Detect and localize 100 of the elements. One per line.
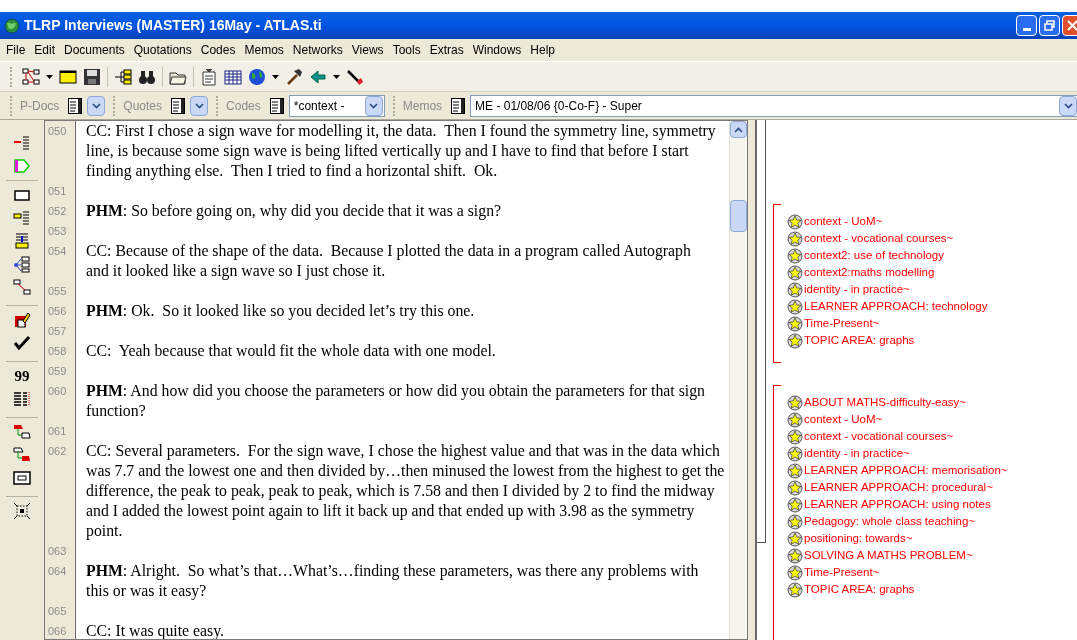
code-label[interactable]: LEARNER APPROACH: using notes [804,496,991,513]
code-label[interactable]: positioning: towards~ [804,530,913,547]
checkmark-icon[interactable] [13,334,31,352]
quotes-label: Quotes [123,97,163,115]
select-area-icon[interactable] [13,502,31,520]
code-label[interactable]: TOPIC AREA: graphs [804,581,915,598]
menu-item[interactable]: Codes [200,41,236,59]
code-label[interactable]: identity - in practice~ [804,281,910,298]
code-icon [787,564,803,581]
menu-item[interactable]: Quotations [133,41,192,59]
code-label[interactable]: LEARNER APPROACH: technology [804,298,988,315]
quote-count-icon[interactable]: 99 [14,367,30,385]
dropdown-button[interactable] [87,95,106,116]
globe-icon [4,17,20,34]
restore-icon [1044,20,1055,31]
save-icon[interactable] [83,67,101,86]
chevron-down-icon [194,102,204,109]
chevron-up-icon [734,126,743,133]
code-label[interactable]: TOPIC AREA: graphs [804,332,915,349]
list-button[interactable] [450,96,467,115]
menu-item[interactable]: File [6,41,26,59]
code-label[interactable]: Time-Present~ [804,564,880,581]
wand-icon[interactable] [346,67,364,86]
chevron-down-icon [1063,102,1073,109]
line-number: 063 [48,545,67,557]
code-label[interactable]: context - UoM~ [804,213,883,230]
list-button[interactable] [170,96,187,115]
globe-icon[interactable] [248,67,266,86]
memos-combobox[interactable]: ME - 01/08/06 {0-Co-F} - Super [470,94,1077,117]
code-icon [787,394,803,411]
code-icon [787,247,803,264]
scrollbar[interactable] [729,121,747,639]
menu-item[interactable]: Documents [64,41,125,59]
minimize-button[interactable] [1016,15,1037,36]
code-icon [787,513,803,530]
dropdown-button[interactable] [1059,95,1077,116]
menu-item[interactable]: Views [351,41,384,59]
line-number: 050 [48,125,67,137]
left-arrow-icon[interactable] [309,67,327,86]
code-icon [787,332,803,349]
menu-item[interactable]: Networks [292,41,343,59]
list-button[interactable] [67,96,84,115]
code-label[interactable]: context2: use of technology [804,247,944,264]
arrow-text-icon[interactable] [13,134,31,152]
menu-item[interactable]: Extras [429,41,464,59]
paragraph: CC: It was quite easy. [86,621,225,639]
code-label[interactable]: identity - in practice~ [804,445,910,462]
link-icon[interactable] [13,278,31,296]
code-label[interactable]: LEARNER APPROACH: procedural~ [804,479,993,496]
memos-label: Memos [402,97,443,115]
code-list-icon[interactable] [13,209,31,227]
restore-button[interactable] [1039,15,1060,36]
list-button[interactable] [268,96,285,115]
menu-item[interactable]: Edit [34,41,56,59]
network-icon[interactable] [22,67,40,86]
chevron-down-icon [91,102,101,109]
tree-icon[interactable] [114,67,132,86]
line-number: 057 [48,325,67,337]
line-number: 053 [48,225,67,237]
text-columns-icon[interactable] [13,390,31,408]
paragraph: PHM: Alright. So what’s that…What’s…finding these parameters, was there any problems with this or was it easy? [86,561,699,601]
dropdown-button[interactable] [190,95,209,116]
menu-item[interactable]: Windows [472,41,522,59]
tag-icon[interactable] [13,157,31,175]
close-button[interactable] [1062,15,1077,36]
chevron-down-icon [369,102,379,109]
edit-memo-icon[interactable] [13,311,31,329]
hierarchy-icon[interactable] [13,255,31,273]
code-icon [787,411,803,428]
code-icon [787,445,803,462]
document-list-icon [171,97,186,114]
scroll-up-button[interactable] [730,121,747,138]
menu-item[interactable]: Tools [392,41,421,59]
line-number: 054 [48,245,67,257]
code-label[interactable]: Time-Present~ [804,315,880,332]
window-icon[interactable] [59,67,77,86]
import-code-icon[interactable] [13,232,31,250]
code-label[interactable]: ABOUT MATHS-difficulty-easy~ [804,394,966,411]
codes-combobox[interactable]: *context - [288,94,385,117]
hammer-icon[interactable] [285,67,303,86]
link-code-icon[interactable] [13,423,31,441]
code-label[interactable]: context2:maths modelling [804,264,935,281]
code-label[interactable]: context - vocational courses~ [804,428,954,445]
frame-icon[interactable] [13,469,31,487]
code-label[interactable]: context - UoM~ [804,411,883,428]
code-label[interactable]: SOLVING A MATHS PROBLEM~ [804,547,973,564]
link-code-icon[interactable] [13,446,31,464]
code-label[interactable]: Pedagogy: whole class teaching~ [804,513,976,530]
line-number: 059 [48,365,67,377]
line-number: 062 [48,445,67,457]
code-label[interactable]: context - vocational courses~ [804,230,954,247]
menu-item[interactable]: Help [530,41,556,59]
paragraph: CC: Several parameters. For the sign wave, I chose the highest value and that was in the data which was 7.7 and the lowest one and then divided by…then minused the lowest from the highest to get the difference, the peak to peak, peak to peak, which is 7.58 and then I divided by 2 to find the midway and I added the lowest point again to lift it back up and that ended up with 3.98 as the symmetry point. [86,441,725,541]
window-title: TLRP Interviews (MASTER) 16May - ATLAS.ti [24,16,322,35]
menu-item[interactable]: Memos [244,41,284,59]
dropdown-button[interactable] [364,95,383,116]
grid-icon[interactable] [224,67,242,86]
scroll-thumb[interactable] [730,200,747,232]
code-label[interactable]: LEARNER APPROACH: memorisation~ [804,462,1008,479]
caret-icon [46,74,53,79]
